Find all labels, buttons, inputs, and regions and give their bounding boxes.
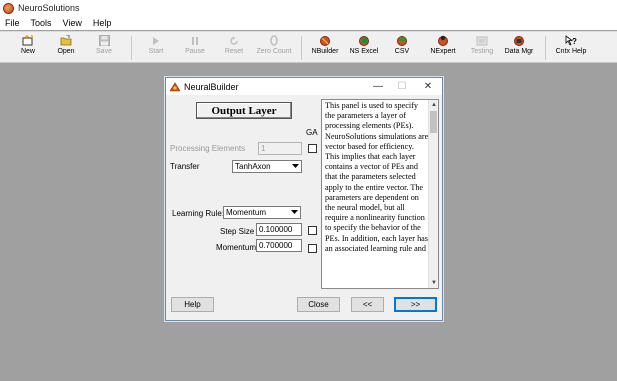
help-button[interactable]: Help: [171, 297, 214, 312]
nexpert-icon: [437, 35, 449, 46]
learning-rule-value: Momentum: [226, 208, 267, 217]
reset-button[interactable]: Reset: [222, 35, 246, 61]
chevron-down-icon: [290, 161, 301, 172]
neurosolutions-app-icon: [3, 2, 14, 14]
close-button[interactable]: Close: [297, 297, 340, 312]
csv-icon: [396, 35, 408, 46]
scroll-down-icon[interactable]: ▼: [429, 278, 438, 288]
pause-icon: [189, 35, 201, 46]
neuralbuilder-icon: [170, 81, 180, 91]
nbuilder-button[interactable]: NBuilder: [309, 35, 341, 61]
testing-icon: [476, 35, 488, 46]
data-mgr-button[interactable]: Data Mgr: [503, 35, 535, 61]
start-button[interactable]: Start: [146, 35, 166, 61]
ga-momentum-checkbox[interactable]: [308, 244, 317, 253]
menu-tools[interactable]: Tools: [26, 18, 58, 28]
minimize-button[interactable]: —: [366, 78, 390, 95]
processing-elements-field[interactable]: 1: [258, 142, 302, 155]
learning-rule-label: Learning Rule:: [172, 209, 225, 218]
next-button[interactable]: >>: [394, 297, 437, 312]
help-scrollbar[interactable]: ▲ ▼: [428, 100, 438, 288]
scroll-thumb[interactable]: [430, 111, 437, 133]
menu-view[interactable]: View: [58, 18, 88, 28]
new-file-icon: [22, 35, 34, 46]
chevron-down-icon: [289, 207, 300, 218]
back-button[interactable]: <<: [351, 297, 384, 312]
play-icon: [150, 35, 162, 46]
pause-button[interactable]: Pause: [183, 35, 207, 61]
toolbar-separator: [545, 36, 546, 60]
ga-label: GA: [306, 128, 318, 137]
step-size-field[interactable]: 0.100000: [256, 223, 302, 236]
toolbar: New Open Save Start Pause Reset Zero Cou…: [0, 31, 617, 63]
momentum-field[interactable]: 0.700000: [256, 239, 302, 252]
csv-button[interactable]: CSV: [392, 35, 412, 61]
help-text-panel[interactable]: This panel is used to specify the parame…: [321, 99, 439, 289]
transfer-label: Transfer: [170, 162, 200, 171]
close-window-button[interactable]: ✕: [416, 78, 440, 95]
menu-bar: File Tools View Help: [0, 16, 617, 30]
context-help-button[interactable]: ? Cntx Help: [554, 35, 588, 61]
processing-elements-label: Processing Elements: [170, 144, 246, 153]
open-folder-icon: [60, 35, 72, 46]
menu-help[interactable]: Help: [88, 18, 118, 28]
ns-excel-icon: [358, 35, 370, 46]
floppy-disk-icon: [98, 35, 110, 46]
maximize-button[interactable]: ☐: [390, 78, 414, 95]
zero-count-button[interactable]: Zero Count: [254, 35, 294, 61]
help-text: This panel is used to specify the parame…: [325, 101, 429, 253]
menu-file[interactable]: File: [0, 18, 26, 28]
learning-rule-select[interactable]: Momentum: [223, 206, 301, 219]
transfer-value: TanhAxon: [235, 162, 271, 171]
save-button[interactable]: Save: [94, 35, 114, 61]
nexpert-button[interactable]: NExpert: [430, 35, 456, 61]
momentum-label: Momentum: [216, 243, 257, 252]
open-button[interactable]: Open: [55, 35, 77, 61]
ga-processing-elements-checkbox[interactable]: [308, 144, 317, 153]
scroll-up-icon[interactable]: ▲: [429, 100, 438, 110]
svg-text:?: ?: [572, 37, 577, 46]
transfer-select[interactable]: TanhAxon: [232, 160, 302, 173]
ga-step-size-checkbox[interactable]: [308, 226, 317, 235]
toolbar-separator: [301, 36, 302, 60]
ns-excel-button[interactable]: NS Excel: [348, 35, 380, 61]
layer-title-button[interactable]: Output Layer: [196, 102, 292, 119]
dialog-title: NeuralBuilder: [184, 81, 239, 92]
app-title: NeuroSolutions: [18, 3, 80, 13]
testing-button[interactable]: Testing: [469, 35, 495, 61]
app-title-bar: NeuroSolutions: [0, 0, 617, 16]
data-manager-icon: [513, 35, 525, 46]
context-help-icon: ?: [565, 35, 577, 46]
neuralbuilder-dialog: NeuralBuilder — ☐ ✕ Output Layer GA Proc…: [165, 77, 443, 321]
toolbar-separator: [131, 36, 132, 60]
zero-icon: [268, 35, 280, 46]
step-size-label: Step Size: [220, 227, 255, 236]
reset-icon: [228, 35, 240, 46]
nbuilder-icon: [319, 35, 331, 46]
new-button[interactable]: New: [18, 35, 38, 61]
